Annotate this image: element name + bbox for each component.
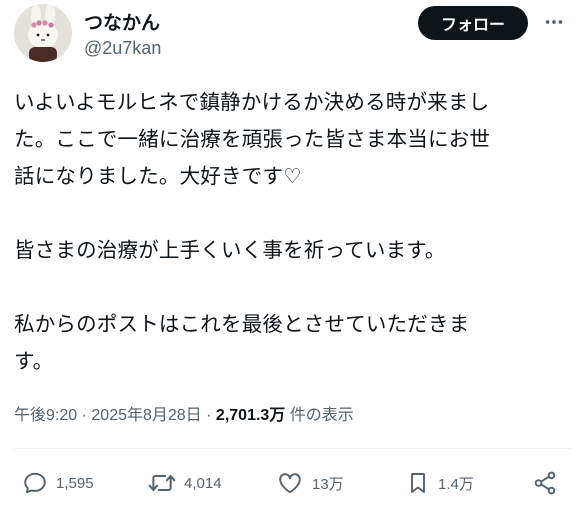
views-count: 2,701.3万 [215, 407, 286, 424]
tweet-line: いよいよモルヒネで鎮静かけるか決める時が来まし [14, 90, 490, 114]
reply-icon [24, 472, 46, 494]
action-bar: 1,595 4,014 13万 1.4万 [0, 470, 587, 506]
tweet-text: いよいよモルヒネで鎮静かけるか決める時が来まし た。ここで一緒に治療を頑張った皆… [14, 84, 582, 380]
reply-count: 1,595 [56, 474, 94, 492]
bunny-doll-avatar-icon [14, 4, 72, 62]
like-count: 13万 [312, 475, 344, 493]
repost-icon [148, 474, 176, 492]
tweet-meta: 午後9:20 · 2025年8月28日 · 2,701.3万 件の表示 [14, 401, 354, 425]
bookmark-icon [411, 473, 425, 493]
share-button[interactable] [532, 470, 558, 496]
meta-separator: · [206, 407, 212, 424]
more-button[interactable] [540, 8, 568, 36]
repost-count: 4,014 [184, 474, 222, 492]
tweet-line: 話になりました。大好きです♡ [14, 164, 302, 188]
more-horizontal-icon [545, 20, 563, 24]
share-icon [534, 471, 556, 495]
views-label: 件の表示 [289, 407, 354, 424]
follow-button[interactable]: フォロー [418, 6, 528, 40]
tweet-line: 私からのポストはこれを最後とさせていただきま [14, 312, 470, 336]
divider [14, 448, 573, 449]
heart-icon [279, 473, 301, 494]
like-button[interactable]: 13万 [276, 470, 344, 496]
post-date[interactable]: 2025年8月28日 [91, 407, 201, 424]
repost-button[interactable]: 4,014 [148, 470, 222, 496]
tweet-line: す。 [14, 349, 54, 373]
tweet-line: 皆さまの治療が上手くいく事を祈っています。 [14, 238, 446, 262]
bookmark-count: 1.4万 [438, 475, 474, 493]
bookmark-button[interactable]: 1.4万 [406, 470, 474, 496]
reply-button[interactable]: 1,595 [22, 470, 94, 496]
avatar[interactable] [14, 4, 72, 62]
post-time[interactable]: 午後9:20 [14, 407, 77, 424]
tweet-line: た。ここで一緒に治療を頑張った皆さま本当にお世 [14, 127, 491, 151]
meta-separator: · [81, 407, 87, 424]
user-handle[interactable]: @2u7kan [84, 38, 161, 59]
display-name[interactable]: つなかん [84, 8, 160, 35]
